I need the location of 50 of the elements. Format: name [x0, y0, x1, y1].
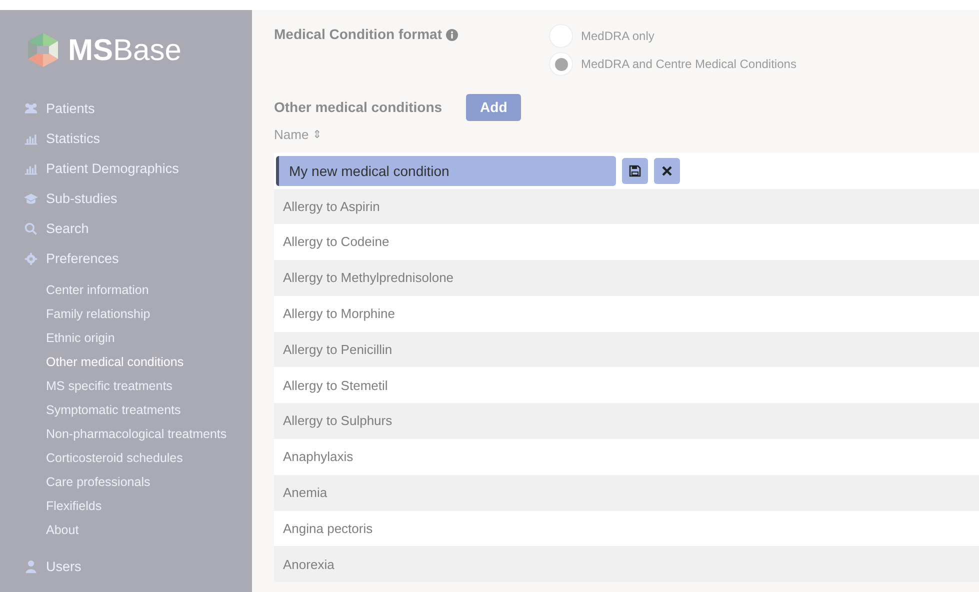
table-cell-text: Allergy to Methylprednisolone [283, 269, 454, 288]
submenu-item[interactable]: Other medical conditions [46, 350, 184, 374]
sidebar-item[interactable]: Sub-studies [46, 188, 118, 210]
bar-chart-icon [24, 162, 38, 176]
table-cell-text: Anorexia [283, 556, 334, 574]
section-title: Other medical conditions [274, 98, 442, 117]
user-icon [24, 560, 38, 574]
close-icon [662, 166, 672, 176]
submenu-item[interactable]: Symptomatic treatments [46, 398, 181, 422]
search-icon [24, 222, 38, 236]
submenu-item[interactable]: Ethnic origin [46, 326, 115, 350]
table-cell-text: Allergy to Stemetil [283, 376, 388, 395]
settings-icon [24, 252, 38, 266]
radio-label: MedDRA and Centre Medical Conditions [581, 56, 796, 73]
table-cell-text: Allergy to Morphine [283, 305, 395, 324]
table-cell-text: Allergy to Codeine [283, 233, 390, 252]
bar-chart-icon [24, 132, 38, 146]
sidebar-item[interactable]: Search [46, 218, 89, 240]
people-icon [24, 102, 38, 116]
sidebar-item[interactable]: Preferences [46, 248, 119, 270]
submenu-item[interactable]: Corticosteroid schedules [46, 446, 183, 470]
table-cell-text: Allergy to Penicillin [283, 340, 392, 359]
graduation-cap-icon [24, 192, 38, 206]
submenu-item[interactable]: Family relationship [46, 302, 150, 326]
logo-text: MSBase [68, 32, 182, 68]
submenu-item[interactable]: About [46, 518, 79, 542]
radio-label: MedDRA only [581, 28, 654, 45]
table-cell-text: Angina pectoris [283, 520, 373, 538]
submenu-item[interactable]: Flexifields [46, 494, 102, 518]
sidebar-item[interactable]: Patients [46, 98, 95, 120]
submenu-item[interactable]: Non-pharmacological treatments [46, 422, 227, 446]
radio-button[interactable] [549, 52, 573, 76]
submenu-item[interactable]: Care professionals [46, 470, 150, 494]
table-cell-text: Anemia [283, 484, 328, 502]
submenu-item[interactable]: Center information [46, 278, 149, 302]
sidebar-item[interactable]: Patient Demographics [46, 158, 179, 180]
format-label: Medical Condition format [274, 25, 442, 44]
column-header[interactable]: Name [274, 125, 309, 144]
sidebar-item[interactable]: Statistics [46, 128, 100, 150]
info-icon [446, 29, 458, 41]
table-cell-text: Allergy to Sulphurs [283, 412, 392, 430]
close-button[interactable] [654, 158, 680, 184]
submenu-item[interactable]: MS specific treatments [46, 374, 172, 398]
add-button[interactable]: Add [466, 94, 522, 121]
table-cell-text: Allergy to Aspirin [283, 198, 380, 216]
sort-icon[interactable]: ⇕ [312, 126, 322, 143]
save-button[interactable] [622, 158, 648, 184]
sidebar-item[interactable]: Users [46, 556, 82, 578]
text-input-field[interactable]: My new medical condition [276, 156, 616, 186]
table-cell-text: Anaphylaxis [283, 448, 354, 466]
